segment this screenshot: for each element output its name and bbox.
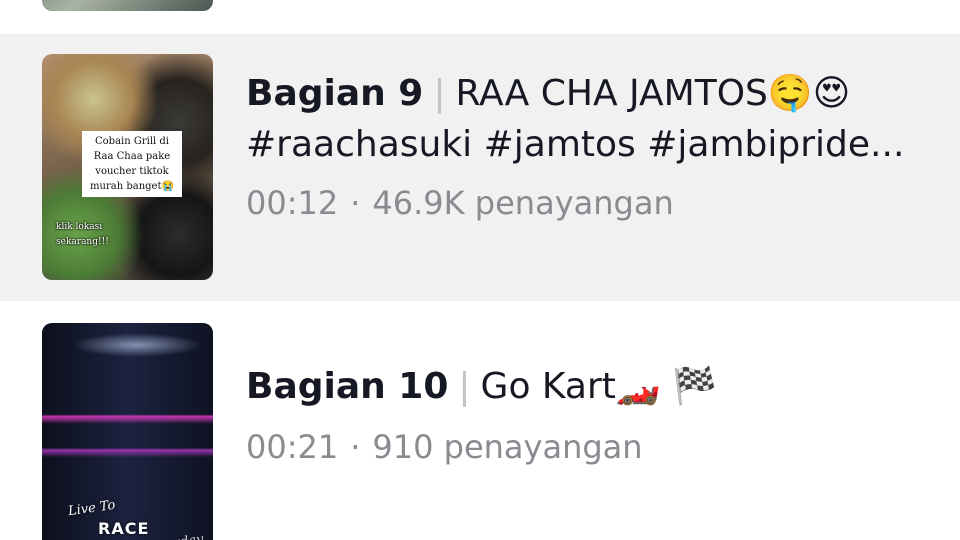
part-label: Bagian 9 [246, 73, 424, 114]
list-item-previous[interactable] [0, 0, 960, 34]
view-count: 910 penayangan [372, 428, 643, 466]
thumbnail-overlay-text: klik lokasi sekarang!!! [56, 220, 146, 250]
video-duration: 00:12 [246, 184, 339, 222]
view-count: 46.9K penayangan [372, 184, 674, 222]
thumbnail-text-race: RACE [98, 519, 150, 538]
list-item-part-9[interactable]: Cobain Grill di Raa Chaa pake voucher ti… [0, 34, 960, 301]
video-thumbnail[interactable] [42, 0, 213, 11]
video-duration: 00:21 [246, 428, 339, 466]
video-thumbnail[interactable]: Cobain Grill di Raa Chaa pake voucher ti… [42, 54, 213, 280]
video-thumbnail[interactable]: Live To RACE everyday [42, 323, 213, 540]
video-title: Bagian 10 | Go Kart🏎️ 🏁 [246, 364, 717, 410]
thumbnail-text-everyday: everyday [143, 532, 204, 540]
thumbnail-text-live: Live To [67, 497, 117, 520]
thumbnail-overlay-line: klik lokasi [56, 222, 103, 232]
thumbnail-caption: Cobain Grill di Raa Chaa pake voucher ti… [82, 131, 182, 197]
video-title-text: Go Kart🏎️ 🏁 [480, 366, 717, 407]
meta-dot: · [350, 184, 361, 222]
video-title-text: RAA CHA JAMTOS🤤😍 [455, 73, 851, 114]
title-separator: | [458, 366, 471, 407]
meta-dot: · [350, 428, 361, 466]
thumbnail-caption-line: Cobain Grill di [95, 136, 169, 147]
video-meta: 00:12 · 46.9K penayangan [246, 183, 674, 223]
thumbnail-overlay-line: sekarang!!! [56, 237, 109, 247]
title-separator: | [433, 73, 446, 114]
video-hashtags: #raachasuki #jamtos #jambipride... [246, 124, 905, 165]
episode-list: Cobain Grill di Raa Chaa pake voucher ti… [0, 0, 960, 540]
video-title: Bagian 9 | RAA CHA JAMTOS🤤😍 [246, 71, 850, 117]
thumbnail-caption-line: murah banget😭 [90, 181, 174, 192]
list-item-part-10[interactable]: Live To RACE everyday Bagian 10|Go Kart🏎… [0, 301, 960, 540]
thumbnail-caption-line: Raa Chaa pake [93, 151, 171, 162]
video-meta: 00:21 · 910 penayangan [246, 427, 643, 467]
thumbnail-caption-line: voucher tiktok [95, 166, 169, 177]
part-label: Bagian 10 [246, 366, 449, 407]
